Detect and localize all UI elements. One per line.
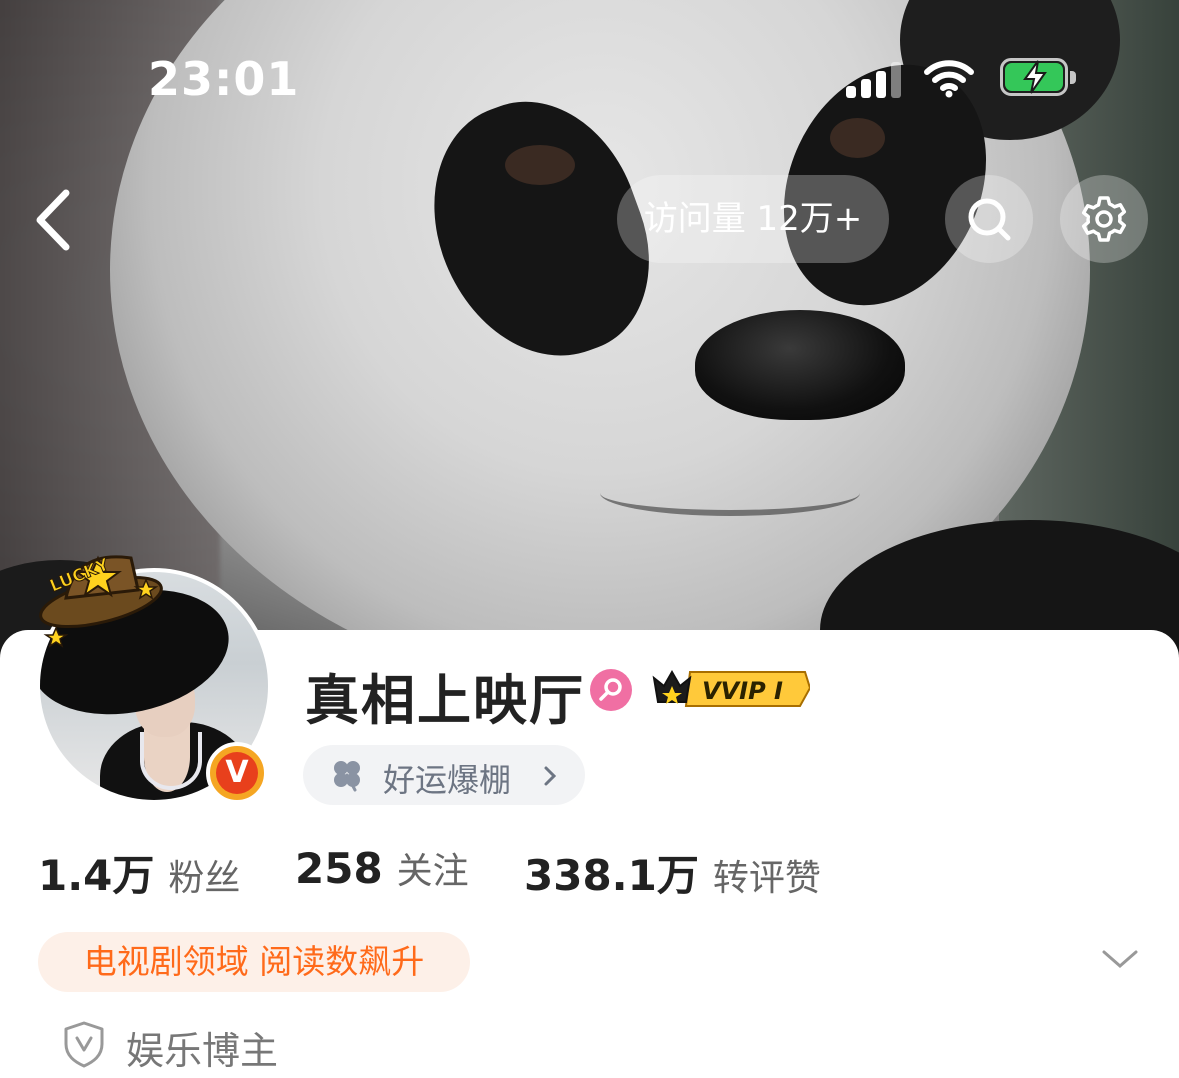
female-gender-badge [590,669,632,711]
chevron-down-icon[interactable] [1100,944,1140,974]
cellular-signal-icon [846,62,902,98]
settings-button[interactable] [1060,175,1148,263]
search-icon [968,198,1011,241]
visit-count-pill[interactable]: 访问量 12万+ [617,175,889,263]
panda-eye-right [830,118,885,158]
battery-icon [1000,58,1078,98]
panda-nose [695,310,905,420]
gear-icon [1081,196,1127,242]
chevron-right-icon [544,766,557,786]
panda-mouth [600,470,860,516]
luck-status-pill[interactable]: 好运爆棚 [303,745,585,805]
shield-v-icon [64,1021,104,1068]
vip-badge[interactable]: VVIP I [650,664,810,712]
back-chevron-icon[interactable] [28,185,78,255]
verified-badge[interactable]: V [206,742,268,804]
engagement-stat[interactable]: 338.1万 转评赞 [524,842,821,902]
following-stat[interactable]: 258 关注 [295,842,469,902]
female-icon [599,678,622,701]
profile-name: 真相上映厅 [305,669,585,732]
blogger-category-label: 娱乐博主 [126,1029,279,1073]
trend-tag[interactable]: 电视剧领域 阅读数飙升 [38,932,470,992]
lucky-hat-sticker-icon: LUCKY [39,554,163,648]
clover-icon [334,761,360,792]
status-time: 23:01 [148,52,300,106]
followers-stat[interactable]: 1.4万 粉丝 [38,842,240,902]
vip-badge-text: VVIP I [702,677,783,705]
luck-status-label: 好运爆棚 [383,761,512,799]
panda-eye-left [505,145,575,185]
search-button[interactable] [945,175,1033,263]
wifi-icon [924,60,974,98]
